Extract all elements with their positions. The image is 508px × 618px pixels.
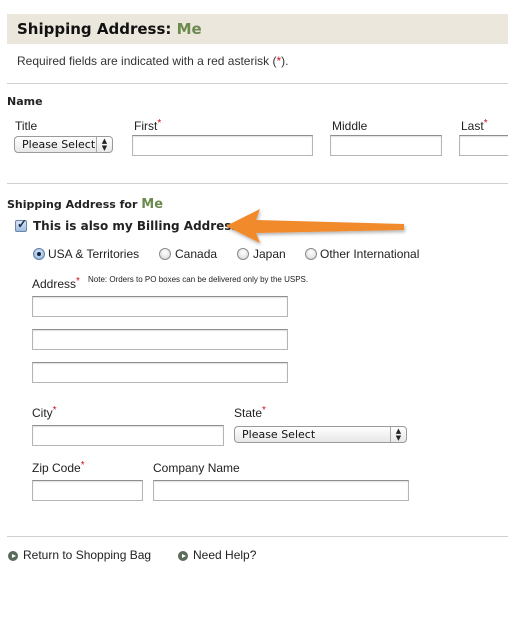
city-label: City* (32, 405, 57, 420)
divider (7, 83, 508, 84)
required-note-suffix: ). (281, 54, 289, 68)
last-name-label-text: Last (461, 119, 484, 133)
zip-code-label: Zip Code* (32, 460, 85, 475)
last-name-label: Last* (461, 118, 488, 133)
radio-usa[interactable] (33, 248, 45, 260)
first-name-input[interactable] (132, 135, 313, 156)
state-select[interactable]: Please Select ▲ ▼ (234, 426, 407, 443)
first-name-label: First* (134, 118, 162, 133)
first-name-label-text: First (134, 119, 158, 133)
shipping-recipient-name: Me (141, 197, 164, 212)
middle-name-input[interactable] (330, 135, 442, 156)
select-arrows-icon: ▲ ▼ (96, 137, 112, 152)
last-name-input[interactable] (459, 135, 508, 156)
company-name-label: Company Name (153, 461, 240, 475)
required-asterisk: * (483, 118, 488, 129)
address-line-2-input[interactable] (32, 329, 288, 350)
page-title-recipient: Me (176, 20, 202, 38)
required-asterisk: * (262, 405, 266, 416)
name-section-label: Name (7, 95, 43, 108)
billing-address-checkbox[interactable] (15, 217, 27, 232)
annotation-arrow (226, 209, 404, 243)
arrow-bullet-icon (8, 551, 18, 561)
address-line-1-input[interactable] (32, 296, 288, 317)
select-arrows-icon: ▲ ▼ (390, 427, 406, 442)
radio-label-usa[interactable]: USA & Territories (48, 247, 139, 261)
radio-label-other-international[interactable]: Other International (320, 247, 419, 261)
divider (7, 536, 508, 537)
radio-japan[interactable] (237, 248, 249, 260)
zip-code-input[interactable] (32, 480, 143, 501)
city-input[interactable] (32, 425, 224, 446)
required-note-text: Required fields are indicated with a red… (17, 54, 277, 68)
middle-name-label: Middle (332, 119, 368, 133)
radio-label-canada[interactable]: Canada (175, 247, 217, 261)
company-name-input[interactable] (153, 480, 409, 501)
page-title: Shipping Address: Me (17, 20, 202, 38)
billing-address-label[interactable]: This is also my Billing Address (33, 219, 239, 233)
required-asterisk: * (157, 118, 162, 129)
return-to-shopping-bag-link[interactable]: Return to Shopping Bag (23, 548, 151, 562)
divider (7, 183, 508, 184)
state-select-value: Please Select (242, 428, 316, 441)
radio-other-international[interactable] (305, 248, 317, 260)
title-select[interactable]: Please Select ▲ ▼ (14, 136, 113, 153)
arrow-shape (226, 209, 404, 243)
shipping-section-label: Shipping Address for Me (7, 197, 163, 212)
title-select-value: Please Select (22, 138, 96, 151)
po-box-note: Note: Orders to PO boxes can be delivere… (88, 275, 309, 284)
need-help-link[interactable]: Need Help? (193, 548, 256, 562)
required-fields-note: Required fields are indicated with a red… (17, 54, 288, 68)
arrow-bullet-icon (178, 551, 188, 561)
address-line-3-input[interactable] (32, 362, 288, 383)
radio-label-japan[interactable]: Japan (253, 247, 286, 261)
address-label: Address* (32, 276, 80, 291)
required-asterisk: * (80, 460, 85, 471)
state-label-text: State (234, 406, 263, 420)
city-label-text: City (32, 406, 53, 420)
page-title-text: Shipping Address: (17, 20, 172, 38)
shipping-section-label-text: Shipping Address for (7, 198, 138, 211)
title-label: Title (15, 119, 38, 133)
zip-code-label-text: Zip Code (32, 461, 81, 475)
state-label: State* (234, 405, 266, 420)
required-asterisk: * (76, 276, 80, 287)
address-label-text: Address (32, 277, 77, 291)
required-asterisk: * (52, 405, 57, 416)
radio-canada[interactable] (159, 248, 171, 260)
